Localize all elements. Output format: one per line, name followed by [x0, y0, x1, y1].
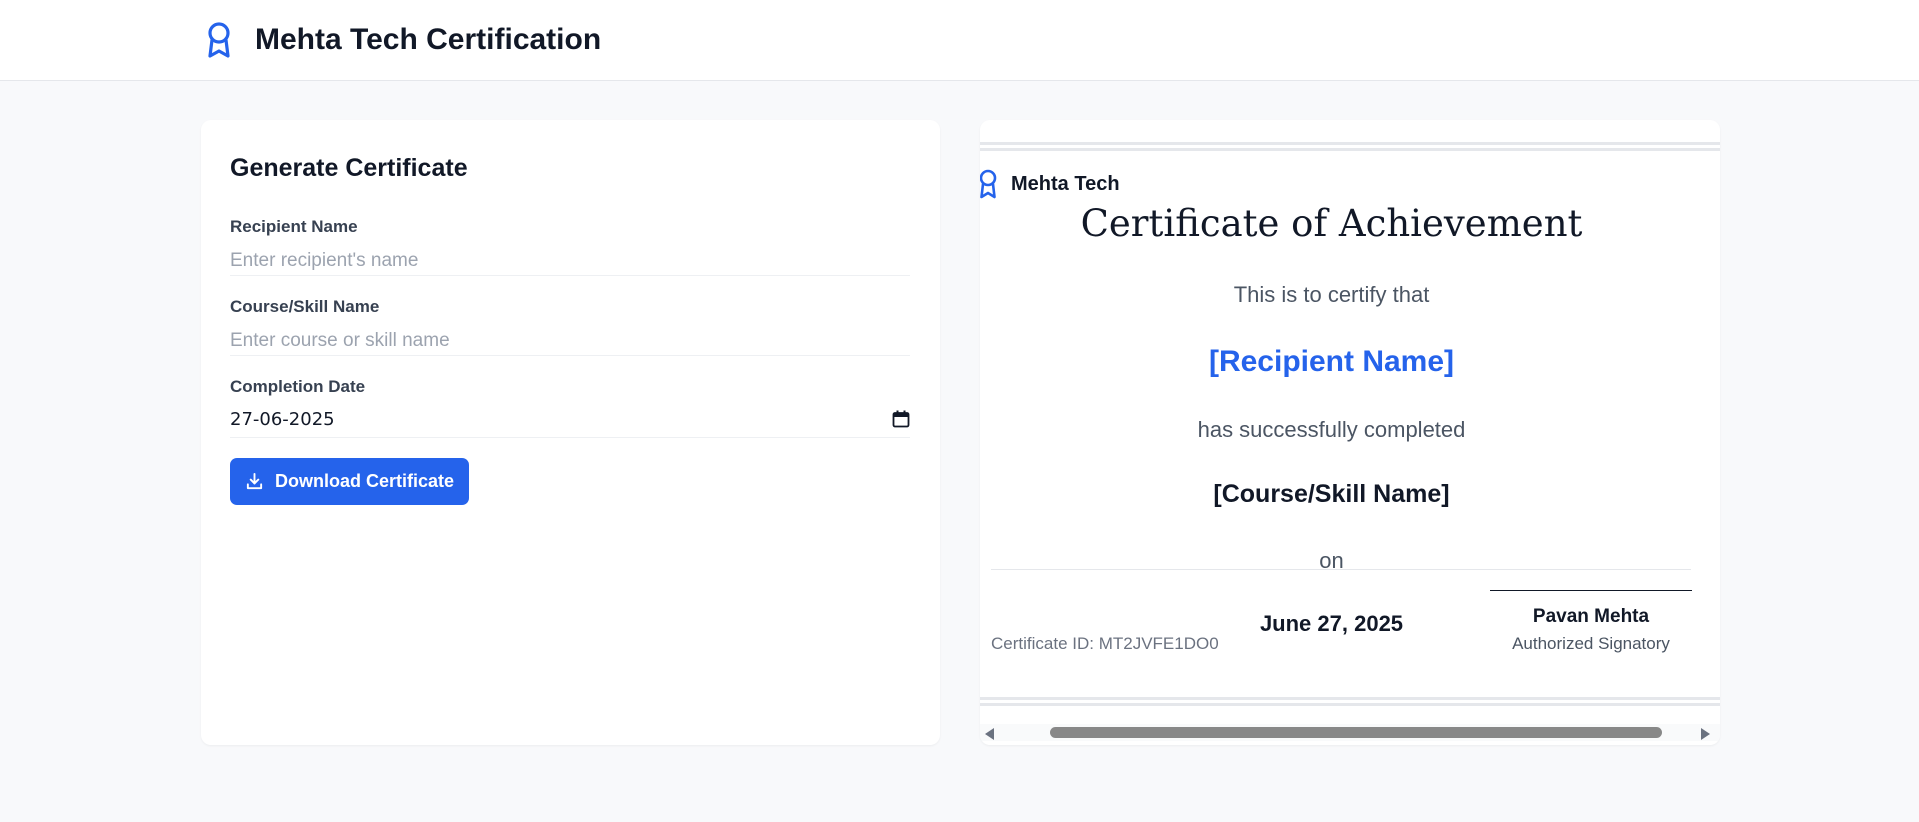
- signatory-title: Authorized Signatory: [1512, 634, 1670, 653]
- scrollbar-thumb[interactable]: [1050, 727, 1662, 738]
- signatory-name: Pavan Mehta: [1532, 606, 1650, 627]
- certificate-preview-panel: Mehta Tech Certificate of Achievement Th…: [980, 120, 1720, 745]
- completion-date-value: 27-06-2025: [230, 409, 335, 430]
- certificate-top-border-inner: [980, 148, 1720, 151]
- course-name-label: Course/Skill Name: [230, 297, 380, 316]
- completion-date-input[interactable]: 27-06-2025: [230, 406, 910, 438]
- certificate-bottom-border: [980, 697, 1720, 700]
- certificate-intro: This is to certify that: [1233, 282, 1430, 307]
- completion-date-label: Completion Date: [230, 377, 366, 396]
- top-navbar: Mehta Tech Certification: [0, 0, 1919, 81]
- recipient-name-label: Recipient Name: [230, 217, 358, 236]
- calendar-icon[interactable]: [892, 410, 910, 428]
- app-title: Mehta Tech Certification: [255, 23, 602, 56]
- horizontal-scrollbar[interactable]: [980, 724, 1720, 741]
- award-ribbon-icon: [208, 22, 230, 58]
- certificate-recipient-name: [Recipient Name]: [1208, 345, 1455, 378]
- course-name-input[interactable]: [230, 326, 910, 356]
- certificate-preview: Mehta Tech Certificate of Achievement Th…: [980, 120, 1720, 706]
- scroll-right-arrow-icon[interactable]: [1701, 728, 1710, 740]
- certificate-heading: Certificate of Achievement: [1080, 202, 1583, 245]
- certificate-completed-text: has successfully completed: [1197, 417, 1466, 442]
- certificate-course-name: [Course/Skill Name]: [1213, 480, 1450, 508]
- signature-line: [1490, 590, 1692, 591]
- recipient-name-input[interactable]: [230, 246, 910, 276]
- certificate-bottom-border-inner: [980, 703, 1720, 706]
- download-certificate-button[interactable]: Download Certificate: [230, 458, 469, 505]
- download-button-label: Download Certificate: [274, 471, 455, 491]
- certificate-on-text: on: [1319, 548, 1344, 573]
- certificate-id: Certificate ID: MT2JVFE1DO0: [991, 634, 1219, 653]
- scroll-left-arrow-icon[interactable]: [985, 728, 994, 740]
- form-title: Generate Certificate: [230, 154, 468, 182]
- certificate-form-panel: Generate Certificate Recipient Name Cour…: [201, 120, 940, 745]
- award-ribbon-icon: [980, 169, 997, 199]
- certificate-brand: Mehta Tech: [1011, 173, 1120, 195]
- download-icon: [246, 472, 263, 490]
- certificate-top-border: [980, 142, 1720, 145]
